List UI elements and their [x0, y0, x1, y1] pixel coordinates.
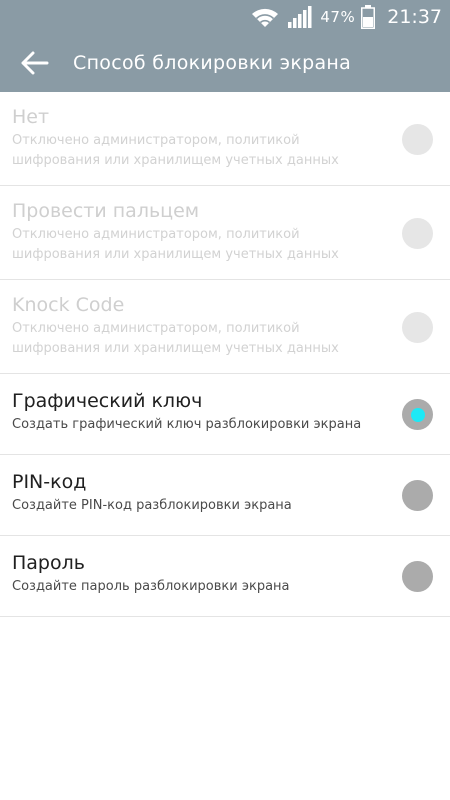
clock: 21:37 [387, 6, 442, 28]
option-label: Knock Code [12, 294, 125, 316]
option-none[interactable]: Нет Отключено администратором, политикой… [0, 92, 450, 186]
option-description: Создать графический ключ разблокировки э… [12, 417, 362, 432]
option-knock-code[interactable]: Knock Code Отключено администратором, по… [0, 280, 450, 374]
radio-button[interactable] [402, 561, 433, 592]
option-password[interactable]: Пароль Создайте пароль разблокировки экр… [0, 536, 450, 617]
option-label: Графический ключ [12, 390, 203, 412]
option-pattern[interactable]: Графический ключ Создать графический клю… [0, 374, 450, 455]
option-label: PIN-код [12, 471, 87, 493]
radio-button[interactable] [402, 480, 433, 511]
app-bar: Способ блокировки экрана [0, 34, 450, 92]
radio-button[interactable] [402, 123, 433, 155]
option-description: Отключено администратором, политикой шиф… [12, 133, 339, 168]
status-bar: 47% 21:37 [0, 0, 450, 34]
radio-button[interactable] [402, 311, 433, 343]
radio-button-selected[interactable] [402, 399, 433, 430]
option-label: Нет [12, 106, 50, 128]
option-swipe[interactable]: Провести пальцем Отключено администратор… [0, 186, 450, 280]
page-title: Способ блокировки экрана [73, 52, 352, 74]
back-button[interactable] [17, 45, 53, 81]
option-description: Отключено администратором, политикой шиф… [12, 321, 339, 356]
arrow-back-icon [21, 51, 49, 75]
option-description: Отключено администратором, политикой шиф… [12, 227, 339, 262]
option-pin[interactable]: PIN-код Создайте PIN-код разблокировки э… [0, 455, 450, 536]
battery-percent: 47% [320, 8, 356, 26]
wifi-icon [250, 6, 280, 28]
radio-selected-dot [410, 407, 425, 422]
radio-button[interactable] [402, 217, 433, 249]
lock-method-list: Нет Отключено администратором, политикой… [0, 92, 450, 617]
option-description: Создайте пароль разблокировки экрана [12, 579, 290, 594]
option-description: Создайте PIN-код разблокировки экрана [12, 498, 292, 513]
battery-icon [361, 5, 376, 29]
signal-icon [288, 6, 312, 28]
option-label: Пароль [12, 552, 85, 574]
option-label: Провести пальцем [12, 200, 200, 222]
